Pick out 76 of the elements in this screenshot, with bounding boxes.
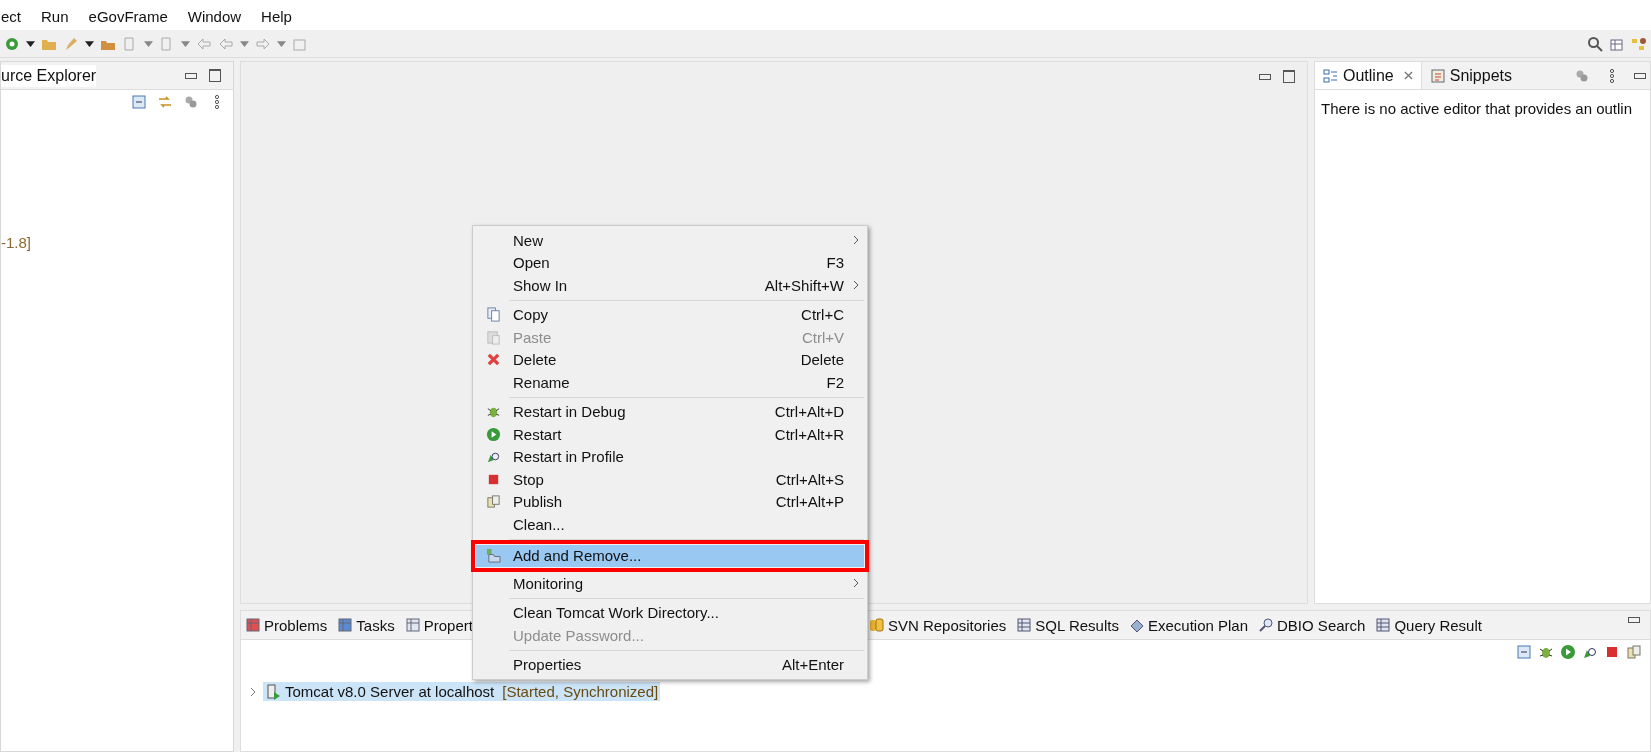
folder-icon	[485, 548, 501, 564]
tree-item[interactable]: -1.8]	[1, 234, 31, 251]
menu-item[interactable]: Delete Delete	[476, 348, 864, 371]
maximize-icon[interactable]	[1283, 70, 1295, 83]
search-icon[interactable]	[1587, 35, 1603, 52]
repository-icon	[868, 617, 885, 633]
server-name: Tomcat v8.0 Server at localhost	[285, 683, 495, 700]
play-icon	[485, 426, 501, 442]
menu-item[interactable]: Restart in Profile	[476, 445, 864, 468]
panel-title[interactable]: urce Explorer	[1, 64, 97, 87]
outline-message: There is no active editor that provides an outlin	[1321, 100, 1632, 117]
minimize-icon[interactable]	[1628, 617, 1640, 623]
publish-icon[interactable]	[1626, 644, 1642, 660]
server-row[interactable]: Tomcat v8.0 Server at localhost [Started, Synchronized]	[263, 682, 661, 701]
server-status: [Started, Synchronized]	[502, 683, 659, 700]
panel-tab[interactable]: Tasks	[337, 616, 395, 634]
panel-tab[interactable]: Query Result	[1375, 616, 1482, 634]
table-icon	[1016, 617, 1033, 633]
close-icon[interactable]	[1403, 71, 1413, 80]
menu-item[interactable]: Copy Ctrl+C	[476, 303, 864, 326]
pen-icon[interactable]	[63, 35, 79, 52]
snippets-icon	[1429, 67, 1446, 84]
panel-tab[interactable]: Outline	[1315, 62, 1422, 89]
panel-tab[interactable]: SVN Repositories	[868, 616, 1007, 634]
copy-icon	[485, 307, 501, 323]
menu-item[interactable]: Monitoring	[476, 572, 864, 595]
panel-tab[interactable]: DBIO Search	[1258, 616, 1366, 634]
publish-icon	[485, 494, 501, 510]
menu-item[interactable]: Clean Tomcat Work Directory...	[476, 601, 864, 624]
menu-item[interactable]: Restart in Debug Ctrl+Alt+D	[476, 400, 864, 423]
expand-icon[interactable]	[249, 686, 257, 697]
menu-item[interactable]: Rename F2	[476, 371, 864, 394]
menu-item[interactable]: Window	[186, 7, 243, 25]
minimize-icon[interactable]	[185, 72, 197, 79]
panel-tab[interactable]: SQL Results	[1016, 616, 1119, 634]
menu-item[interactable]: Help	[260, 7, 293, 25]
panel-tab[interactable]: Propert	[404, 616, 473, 634]
panel-tab[interactable]: Problems	[245, 616, 328, 634]
menu-item[interactable]: Clean...	[476, 513, 864, 536]
dropdown-icon[interactable]	[85, 39, 94, 48]
panel-tab[interactable]: Execution Plan	[1128, 616, 1249, 634]
menu-item[interactable]: Properties Alt+Enter	[476, 653, 864, 676]
minimize-icon[interactable]	[1634, 72, 1646, 79]
tasks-icon	[337, 617, 354, 633]
menu-item[interactable]: Restart Ctrl+Alt+R	[476, 423, 864, 446]
menu-item[interactable]: Open F3	[476, 251, 864, 274]
outline-icon	[1323, 67, 1339, 84]
menu-item[interactable]: Publish Ctrl+Alt+P	[476, 490, 864, 513]
minimize-icon[interactable]	[1259, 73, 1271, 80]
delete-icon	[485, 352, 501, 368]
menu-item[interactable]: eGovFrame	[87, 7, 169, 25]
panel-tab[interactable]: Snippets	[1421, 62, 1520, 89]
link-icon[interactable]	[157, 94, 173, 110]
server-icon	[265, 683, 281, 700]
dropdown-icon[interactable]	[26, 39, 35, 48]
play-icon[interactable]	[1560, 644, 1576, 660]
menu-item[interactable]: ect	[0, 7, 22, 25]
maximize-icon[interactable]	[209, 69, 221, 82]
problems-icon	[245, 617, 261, 633]
paste-icon	[485, 329, 501, 345]
menu-item[interactable]: Show In Alt+Shift+W	[476, 274, 864, 297]
collapse-icon[interactable]	[131, 94, 147, 110]
grid-icon	[1375, 617, 1392, 633]
table-icon	[404, 617, 421, 633]
stop-icon[interactable]	[1604, 644, 1620, 660]
menu-item[interactable]: Run	[40, 7, 70, 25]
tab-label: Snippets	[1449, 66, 1512, 85]
menu-item[interactable]: New	[476, 229, 864, 252]
plan-icon	[1128, 617, 1145, 633]
refresh-icon[interactable]	[4, 35, 20, 52]
filter-icon[interactable]	[183, 94, 199, 110]
search-icon	[1258, 617, 1275, 633]
menu-item[interactable]: Stop Ctrl+Alt+S	[476, 468, 864, 491]
tab-label: Outline	[1343, 66, 1394, 85]
hierarchy-icon[interactable]	[1631, 35, 1647, 52]
collapse-icon[interactable]	[1516, 644, 1532, 660]
